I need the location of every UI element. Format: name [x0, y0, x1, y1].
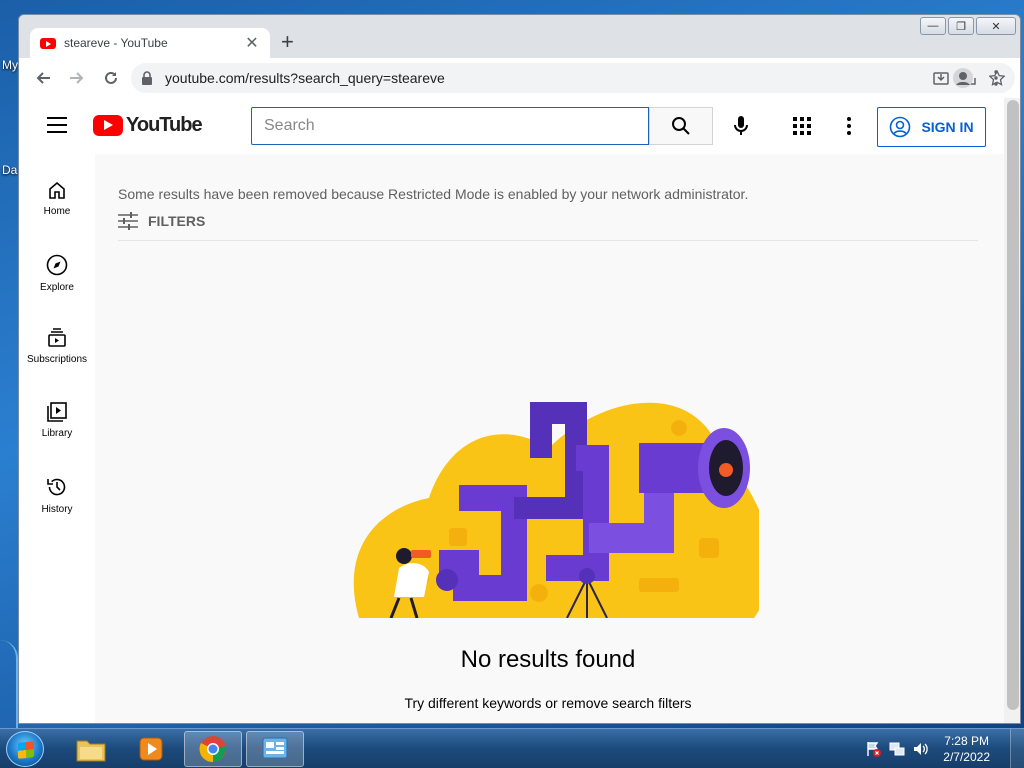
- history-icon: [47, 478, 66, 496]
- window-controls: — ❐ ✕: [920, 17, 1016, 35]
- taskbar-clock[interactable]: 7:28 PM 2/7/2022: [943, 733, 990, 765]
- system-tray: 7:28 PM 2/7/2022: [861, 729, 1024, 768]
- account-circle-icon: [890, 116, 911, 138]
- youtube-favicon-icon: [40, 37, 56, 49]
- new-tab-button[interactable]: +: [281, 31, 294, 53]
- compass-icon: [46, 254, 68, 276]
- page-scrollbar[interactable]: [1004, 98, 1020, 723]
- start-button[interactable]: [6, 731, 44, 767]
- show-desktop-button[interactable]: [1010, 729, 1024, 768]
- browser-tab[interactable]: steareve - YouTube ✕: [30, 28, 270, 58]
- clock-time: 7:28 PM: [944, 734, 989, 748]
- guide-label-subscriptions: Subscriptions: [26, 354, 88, 365]
- no-results-subtitle: Try different keywords or remove search …: [404, 695, 692, 711]
- youtube-page: YouTube Search SIGN IN Home Explore Subs…: [19, 98, 1020, 723]
- results-divider: [118, 240, 978, 241]
- profile-avatar-icon: [953, 68, 973, 88]
- close-window-button[interactable]: ✕: [976, 17, 1016, 35]
- youtube-logo-text: YouTube: [126, 114, 203, 136]
- reload-icon: [105, 71, 117, 84]
- sign-in-label: SIGN IN: [921, 119, 974, 135]
- sign-in-button[interactable]: SIGN IN: [877, 107, 986, 147]
- clock-date: 2/7/2022: [943, 750, 990, 764]
- back-button[interactable]: [26, 61, 60, 95]
- taskbar-chrome-button[interactable]: [184, 731, 242, 767]
- home-icon: [49, 181, 65, 199]
- sliders-icon: [118, 212, 138, 230]
- action-center-flag-icon[interactable]: [865, 741, 882, 757]
- restricted-mode-notice: Some results have been removed because R…: [118, 186, 749, 202]
- kebab-menu-icon: [847, 117, 851, 135]
- library-icon: [47, 402, 67, 422]
- windows-taskbar: 7:28 PM 2/7/2022: [0, 728, 1024, 768]
- mini-guide-sidebar: Home Explore Subscriptions Library Histo…: [19, 154, 95, 723]
- no-results-illustration: [353, 402, 759, 618]
- youtube-logo[interactable]: YouTube: [93, 114, 203, 137]
- tab-strip: steareve - YouTube ✕ + — ❐ ✕: [19, 15, 1020, 58]
- search-button[interactable]: [649, 107, 713, 145]
- profile-button[interactable]: [946, 61, 980, 95]
- network-icon[interactable]: [889, 741, 905, 757]
- search-icon: [672, 117, 690, 135]
- youtube-apps-button[interactable]: [788, 112, 816, 140]
- guide-label-history: History: [41, 504, 73, 515]
- filters-label: FILTERS: [148, 213, 206, 229]
- scrollbar-thumb[interactable]: [1007, 100, 1019, 710]
- arrow-right-icon: [70, 72, 84, 84]
- tab-title: steareve - YouTube: [64, 36, 168, 50]
- no-results-title: No results found: [460, 646, 636, 673]
- media-player-icon: [139, 737, 163, 761]
- guide-label-library: Library: [41, 428, 73, 439]
- guide-item-history[interactable]: History: [19, 460, 95, 530]
- taskbar-control-panel-button[interactable]: [246, 731, 304, 767]
- voice-search-button[interactable]: [727, 112, 755, 140]
- lock-icon: [142, 71, 152, 85]
- chrome-icon: [199, 736, 226, 763]
- apps-grid-icon: [793, 117, 811, 135]
- guide-item-subscriptions[interactable]: Subscriptions: [19, 312, 95, 382]
- arrow-left-icon: [36, 72, 50, 84]
- taskbar-media-player-button[interactable]: [122, 731, 180, 767]
- taskbar-explorer-button[interactable]: [62, 731, 120, 767]
- address-url: youtube.com/results?search_query=stearev…: [165, 70, 445, 86]
- microphone-icon: [734, 116, 748, 135]
- search-placeholder: Search: [264, 117, 315, 134]
- youtube-header: YouTube Search SIGN IN: [19, 98, 1004, 154]
- browser-menu-button[interactable]: [979, 61, 1013, 95]
- restore-button[interactable]: ❐: [948, 17, 974, 35]
- control-panel-icon: [262, 737, 288, 759]
- subscriptions-icon: [48, 328, 66, 347]
- browser-window: steareve - YouTube ✕ + — ❐ ✕ youtube.com…: [18, 14, 1021, 724]
- guide-item-library[interactable]: Library: [19, 386, 95, 456]
- guide-item-home[interactable]: Home: [19, 164, 95, 234]
- search-input[interactable]: Search: [251, 107, 649, 145]
- desktop-icon-label-da[interactable]: Da: [2, 163, 17, 177]
- guide-label-home: Home: [43, 206, 71, 217]
- desktop-wallpaper-swoosh: [0, 640, 18, 730]
- volume-icon[interactable]: [913, 741, 929, 757]
- browser-toolbar: youtube.com/results?search_query=stearev…: [19, 58, 1020, 98]
- reload-button[interactable]: [94, 61, 128, 95]
- youtube-play-icon: [93, 115, 123, 136]
- tab-close-icon[interactable]: ✕: [244, 33, 260, 53]
- folder-icon: [76, 740, 106, 762]
- filters-button[interactable]: FILTERS: [118, 212, 205, 230]
- guide-label-explore: Explore: [40, 282, 74, 293]
- hamburger-menu-icon[interactable]: [47, 117, 67, 133]
- desktop-icon-label-my[interactable]: My: [2, 58, 18, 72]
- forward-button[interactable]: [60, 61, 94, 95]
- kebab-menu-icon: [994, 70, 998, 86]
- minimize-button[interactable]: —: [920, 17, 946, 35]
- settings-more-button[interactable]: [837, 112, 861, 140]
- address-bar[interactable]: youtube.com/results?search_query=stearev…: [131, 63, 1015, 93]
- guide-item-explore[interactable]: Explore: [19, 238, 95, 308]
